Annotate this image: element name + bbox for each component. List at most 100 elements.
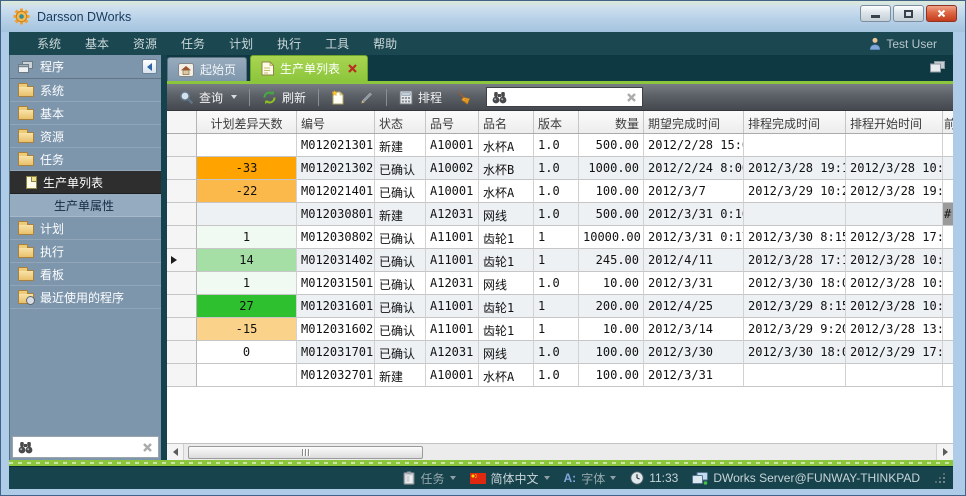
horizontal-scrollbar[interactable] [167,443,953,460]
minimize-button[interactable] [860,5,891,22]
table-row[interactable]: M012032701新建A10001水杯A1.0100.002012/3/31 [167,364,953,387]
scroll-left-button[interactable] [167,444,184,460]
current-user[interactable]: Test User [869,37,943,51]
sidebar-item[interactable]: 系统 [10,79,161,102]
sidebar-item[interactable]: 执行 [10,240,161,263]
cell-pname: 齿轮1 [479,226,534,249]
status-language-menu[interactable]: 简体中文 [470,470,550,487]
maximize-button[interactable] [893,5,924,22]
cell-pno: A11001 [426,318,479,341]
window-frame-bottom [1,489,965,495]
calculator-icon [399,90,413,105]
edit-button[interactable] [355,87,378,108]
programs-icon [18,61,34,73]
sidebar-search-input[interactable] [37,440,138,454]
menu-item[interactable]: 计划 [217,32,265,55]
scrollbar-thumb[interactable] [188,446,423,459]
close-tab-icon[interactable] [348,64,357,73]
cell-pno: A12031 [426,272,479,295]
row-selector-cell[interactable] [167,226,197,249]
toolbar-search-input[interactable] [511,90,622,104]
menu-item[interactable]: 系统 [25,32,73,55]
column-header[interactable]: 排程完成时间 [744,111,846,133]
menu-item[interactable]: 任务 [169,32,217,55]
table-row[interactable]: -22M012021401已确认A10001水杯A1.0100.002012/3… [167,180,953,203]
cell-ver: 1.0 [534,203,579,226]
tab-production-order-list[interactable]: 生产单列表 [250,55,368,81]
row-selector-cell[interactable] [167,295,197,318]
cell-ovf [943,134,953,157]
cell-qty: 500.00 [579,134,644,157]
row-selector-header [167,111,197,133]
sidebar-item[interactable]: 看板 [10,263,161,286]
table-row[interactable]: 1M012031501已确认A12031网线1.010.002012/3/312… [167,272,953,295]
sidebar-item[interactable]: 任务 [10,148,161,171]
tab-list-icon[interactable] [930,61,945,76]
clock-icon [630,471,644,485]
new-button[interactable] [327,87,349,108]
table-row[interactable]: 0M012031701已确认A12031网线1.0100.002012/3/30… [167,341,953,364]
table-row[interactable]: M012021301新建A10001水杯A1.0500.002012/2/28 … [167,134,953,157]
collapse-sidebar-button[interactable] [142,59,157,74]
column-header[interactable]: 数量 [579,111,644,133]
row-selector-cell[interactable] [167,272,197,295]
cell-status: 新建 [375,134,426,157]
resize-grip[interactable] [936,474,945,483]
menu-item[interactable]: 资源 [121,32,169,55]
row-selector-cell[interactable] [167,134,197,157]
cell-sf: 2012/3/28 19:10 [744,157,846,180]
sidebar-item[interactable]: 生产单列表 [10,171,161,194]
query-button[interactable]: 查询 [175,86,241,109]
row-selector-cell[interactable] [167,203,197,226]
sidebar-item-label: 系统 [40,82,64,99]
refresh-button[interactable]: 刷新 [258,86,310,109]
column-header[interactable]: 品名 [479,111,534,133]
row-selector-cell[interactable] [167,318,197,341]
column-header[interactable]: 品号 [426,111,479,133]
toolbar-search-clear-icon[interactable] [626,92,637,103]
cell-ovf [943,318,953,341]
tab-start-page[interactable]: 起始页 [167,57,247,81]
menu-item[interactable]: 执行 [265,32,313,55]
column-header[interactable]: 版本 [534,111,579,133]
user-name: Test User [886,37,937,51]
sidebar-item[interactable]: 生产单属性 [10,194,161,217]
column-header[interactable]: 状态 [375,111,426,133]
status-task-menu[interactable]: 任务 [403,470,455,487]
table-row[interactable]: -33M012021302已确认A10002水杯B1.01000.002012/… [167,157,953,180]
column-header[interactable]: 期望完成时间 [644,111,744,133]
row-selector-cell[interactable] [167,364,197,387]
sidebar-item[interactable]: 计划 [10,217,161,240]
sidebar-item[interactable]: 最近使用的程序 [10,286,161,309]
table-row[interactable]: M012030801新建A12031网线1.0500.002012/3/31 0… [167,203,953,226]
menu-item[interactable]: 帮助 [361,32,409,55]
chevron-down-icon [450,476,456,480]
cell-status: 已确认 [375,180,426,203]
column-header[interactable]: 排程开始时间 [846,111,943,133]
column-header[interactable]: 编号 [297,111,375,133]
table-row[interactable]: 27M012031601已确认A11001齿轮11200.002012/4/25… [167,295,953,318]
menu-item[interactable]: 工具 [313,32,361,55]
status-font-menu[interactable]: A: 字体 [564,470,617,487]
sidebar-search-clear-icon[interactable] [142,442,153,453]
column-header[interactable]: 计划差异天数 [197,111,297,133]
row-selector-cell[interactable] [167,157,197,180]
row-selector-cell[interactable] [167,249,197,272]
scroll-right-button[interactable] [936,444,953,460]
close-button[interactable] [926,5,957,22]
schedule-button[interactable]: 排程 [395,86,446,109]
table-row[interactable]: 1M012030802已确认A11001齿轮1110000.002012/3/3… [167,226,953,249]
clear-button[interactable] [452,87,476,108]
doc-icon [26,176,37,189]
table-row[interactable]: -15M012031602已确认A11001齿轮1110.002012/3/14… [167,318,953,341]
column-header[interactable]: 前 [943,111,953,133]
sidebar-item[interactable]: 基本 [10,102,161,125]
sidebar-item[interactable]: 资源 [10,125,161,148]
sidebar-item-label: 生产单属性 [54,197,114,214]
table-row[interactable]: 14M012031402已确认A11001齿轮11245.002012/4/11… [167,249,953,272]
cell-status: 新建 [375,203,426,226]
cell-sf: 2012/3/30 8:15 [744,226,846,249]
row-selector-cell[interactable] [167,341,197,364]
menu-item[interactable]: 基本 [73,32,121,55]
row-selector-cell[interactable] [167,180,197,203]
